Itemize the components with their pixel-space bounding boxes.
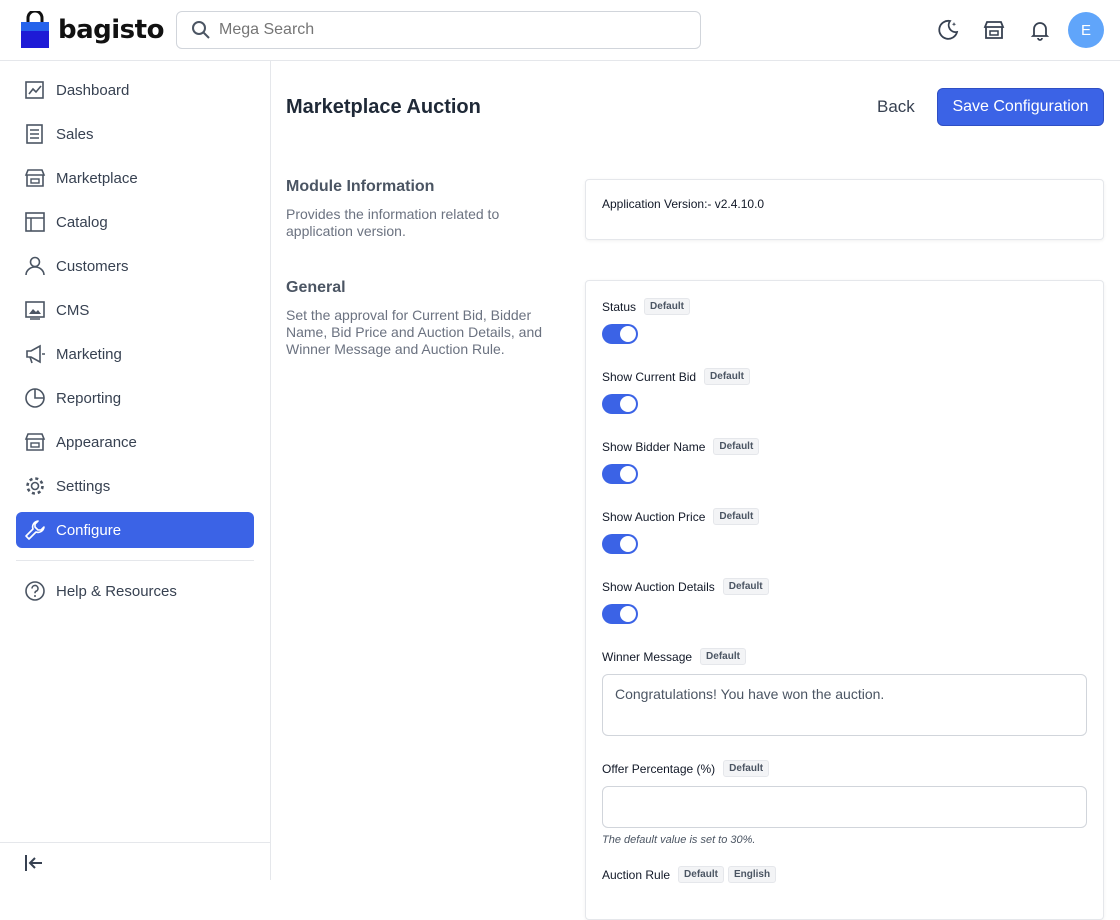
status-field-label: Status Default [602,298,690,315]
sidebar-item-label: Reporting [56,389,122,407]
winner-message-label: Winner Message Default [602,648,746,665]
sidebar-item-reporting[interactable]: Reporting [16,380,254,416]
gear-icon [24,475,46,497]
general-description: Set the approval for Current Bid, Bidder… [286,307,543,357]
sidebar-item-customers[interactable]: Customers [16,248,254,284]
top-bar: bagisto E [0,0,1120,61]
show-current-bid-label: Show Current Bid Default [602,368,750,385]
application-version: Application Version:- v2.4.10.0 [602,197,765,211]
catalog-icon [24,211,46,233]
store-icon [24,431,46,453]
sidebar-item-marketplace[interactable]: Marketplace [16,160,254,196]
show-auction-price-label: Show Auction Price Default [602,508,760,525]
user-avatar[interactable]: E [1068,12,1104,48]
pie-chart-icon [24,387,46,409]
sidebar-item-label: Configure [56,521,122,539]
sidebar-item-label: Marketing [56,345,122,363]
general-card: Status Default Show Current Bid Default … [585,280,1104,920]
show-bidder-name-label: Show Bidder Name Default [602,438,760,455]
sidebar-item-dashboard[interactable]: Dashboard [16,72,254,108]
module-information-description: Provides the information related to appl… [286,206,500,239]
wrench-icon [24,519,46,541]
cms-icon [24,299,46,321]
sidebar-item-label: Marketplace [56,169,138,187]
sales-icon [24,123,46,145]
sidebar-divider [16,560,254,561]
storefront-icon[interactable] [982,18,1006,42]
user-icon [24,255,46,277]
page-title: Marketplace Auction [286,96,481,118]
store-icon [24,167,46,189]
sidebar-item-label: Dashboard [56,81,130,99]
dashboard-icon [24,79,46,101]
show-auction-details-label: Show Auction Details Default [602,578,769,595]
default-badge: Default [704,368,750,385]
default-badge: Default [713,508,760,525]
sidebar-item-marketing[interactable]: Marketing [16,336,254,372]
sidebar-item-label: Settings [56,477,111,495]
default-badge: Default [644,298,690,315]
mega-search[interactable] [176,11,701,49]
search-icon [192,21,210,39]
sidebar-item-label: Sales [56,125,94,143]
show-current-bid-toggle[interactable] [602,394,638,414]
winner-message-textarea[interactable]: Congratulations! You have won the auctio… [602,674,1087,736]
module-information-card: Application Version:- v2.4.10.0 [585,179,1104,240]
sidebar-item-label: Appearance [56,433,137,451]
offer-percentage-input[interactable] [602,786,1087,828]
sidebar-item-help[interactable]: Help & Resources [16,573,254,609]
default-badge: Default [713,438,760,455]
default-badge: Default [678,866,724,883]
default-badge: Default [700,648,746,665]
general-title: General [286,279,346,296]
show-auction-price-toggle[interactable] [602,534,638,554]
offer-percentage-label: Offer Percentage (%) Default [602,760,770,777]
offer-percentage-hint: The default value is set to 30%. [602,834,756,846]
main-content: Marketplace Auction Back Save Configurat… [271,61,1120,920]
module-information-title: Module Information [286,178,435,195]
help-circle-icon [24,580,46,602]
auction-rule-label: Auction Rule Default English [602,866,777,883]
sidebar-item-label: Help & Resources [56,582,177,600]
notification-bell-icon[interactable] [1028,18,1052,42]
sidebar-item-label: Customers [56,257,129,275]
megaphone-icon [24,343,46,365]
brand-name: bagisto [58,15,164,45]
locale-badge: English [727,866,777,883]
dark-mode-icon[interactable] [936,18,960,42]
back-button[interactable]: Back [863,93,929,121]
status-toggle[interactable] [602,324,638,344]
shopping-bag-icon [21,11,49,48]
sidebar: Dashboard Sales Marketplace Catalog Cust… [0,61,271,880]
sidebar-footer-divider [0,842,271,843]
sidebar-item-settings[interactable]: Settings [16,468,254,504]
sidebar-item-appearance[interactable]: Appearance [16,424,254,460]
default-badge: Default [722,578,769,595]
search-input[interactable] [219,21,679,39]
sidebar-item-label: Catalog [56,213,108,231]
sidebar-item-sales[interactable]: Sales [16,116,254,152]
sidebar-item-cms[interactable]: CMS [16,292,254,328]
show-bidder-name-toggle[interactable] [602,464,638,484]
collapse-sidebar-icon[interactable] [22,851,46,875]
sidebar-item-catalog[interactable]: Catalog [16,204,254,240]
sidebar-item-label: CMS [56,301,90,319]
show-auction-details-toggle[interactable] [602,604,638,624]
default-badge: Default [723,760,770,777]
bagisto-logo[interactable]: bagisto [20,11,164,49]
save-configuration-button[interactable]: Save Configuration [937,88,1104,126]
sidebar-item-configure[interactable]: Configure [16,512,254,548]
